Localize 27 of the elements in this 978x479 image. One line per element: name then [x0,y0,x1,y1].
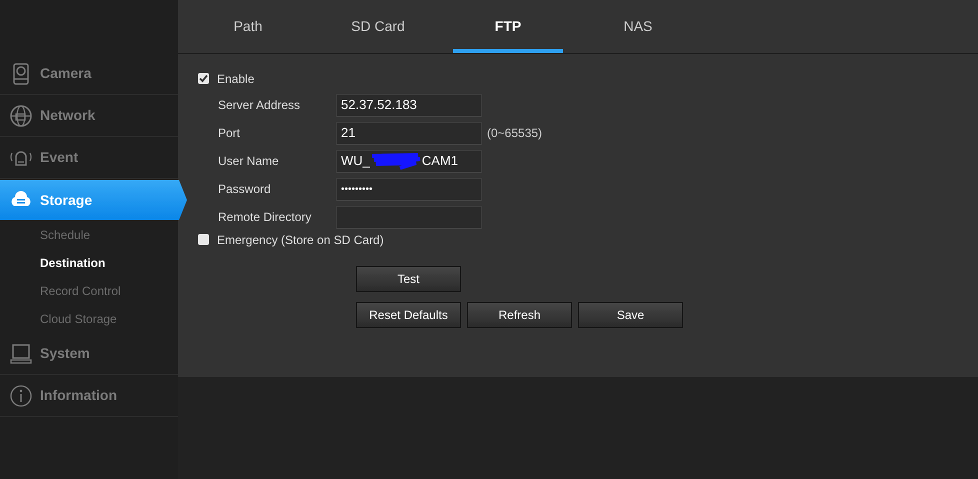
input-field[interactable]: ••••••••• [336,178,482,200]
input-field[interactable] [336,206,482,228]
tab[interactable]: SD Card [313,0,443,53]
field-label: Server Address [218,97,302,114]
sidebar-subitem[interactable]: Destination [0,249,178,277]
checkbox[interactable] [198,234,209,245]
info-icon [8,382,34,408]
redaction-mark [370,152,422,170]
tab[interactable]: FTP [453,0,563,53]
button[interactable]: Save [578,302,683,328]
input-field[interactable]: WU_ CAM1 [336,150,482,172]
globe-icon [8,102,34,128]
checkbox-label: Emergency (Store on SD Card) [217,232,384,248]
hint-text: (0~65535) [487,125,542,142]
button[interactable]: Test [356,266,461,292]
button[interactable]: Reset Defaults [356,302,461,328]
field-label: User Name [218,153,280,170]
field-label: Remote Directory [218,209,312,226]
button[interactable]: Refresh [467,302,572,328]
tab[interactable]: NAS [573,0,703,53]
input-field[interactable]: 52.37.52.183 [336,94,482,116]
input-field[interactable]: 21 [336,122,482,144]
checkbox-label: Enable [217,70,254,88]
field-label: Password [218,181,272,198]
checkbox[interactable] [198,73,209,84]
tab[interactable]: Path [183,0,313,53]
field-label: Port [218,125,242,142]
